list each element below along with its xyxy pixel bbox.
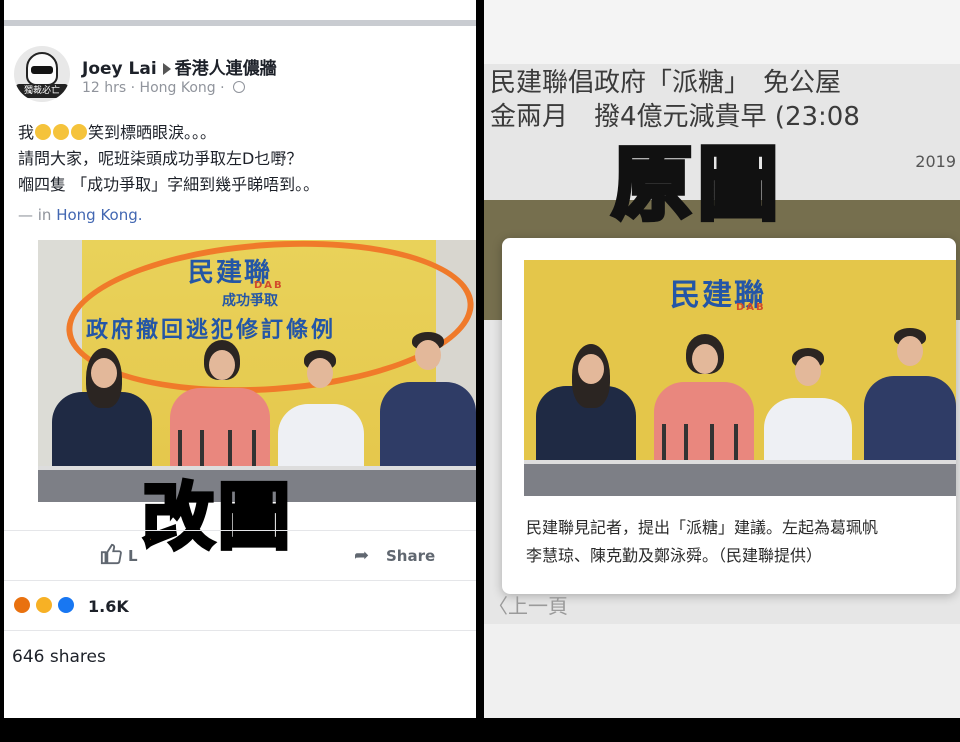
post-meta: 12 hrs · Hong Kong · [82,80,246,96]
location-link[interactable]: Hong Kong. [56,206,142,224]
post-line-2: 請問大家，呢班柒頭成功爭取左D乜嘢？ [18,149,303,168]
original-photo[interactable]: 民建聯 DAB [524,260,956,496]
news-article-panel: 民建聯倡政府「派糖」 免公屋 金兩月 撥4億元減貴早 (23:08 2019 民… [484,0,960,718]
post-text: 我笑到標晒眼淚。。。 請問大家，呢班柒頭成功爭取左D乜嘢？ 嗰四隻 「成功爭取」… [18,120,468,198]
top-bar [4,0,476,26]
photo-caption: 民建聯見記者，提出「派糖」建議。左起為葛珮帆 李慧琼、陳克勤及鄭泳舜。（民建聯提… [526,514,950,570]
post-line-1: 我笑到標晒眼淚。。。 [18,123,217,142]
visor-shape [31,66,53,74]
haha-reaction-icon [34,595,54,615]
avatar[interactable]: 獨裁必亡 [14,46,70,102]
post-time[interactable]: 12 hrs [82,80,126,96]
person-3-head [795,356,821,386]
person-2-head [209,350,235,380]
dab-letters: DAB [736,302,766,313]
person-3-head [307,358,333,388]
article-date: 2019 [915,152,956,171]
top-area [484,0,960,64]
post-place: Hong Kong [139,80,216,96]
share-button[interactable]: Share [386,547,435,565]
person-2-head [692,344,718,374]
shares-count[interactable]: 646 shares [12,647,106,667]
meta-separator-2: · [215,80,230,96]
avatar-tag: 獨裁必亡 [16,84,68,98]
action-bar: L ➦ Share [4,530,476,580]
poster-line: Joey Lai 香港人連儂牆 [82,54,277,79]
target-page-name[interactable]: 香港人連儂牆 [175,59,277,79]
original-image-label: 原圖 [610,136,784,234]
shares-row: 646 shares [4,630,476,680]
like-icon[interactable] [100,543,122,565]
location-prefix: — in [18,206,57,224]
reaction-count[interactable]: 1.6K [88,597,129,616]
press-table [524,460,956,496]
photo-card: 民建聯 DAB 民建聯見記者，提出「派糖」建議。左起為葛珮帆 李慧琼、陳克勤及鄭… [502,238,956,594]
microphone [734,424,738,460]
previous-page-link[interactable]: 〈上一頁 [488,590,568,619]
microphone [710,424,714,460]
meta-separator: · [126,80,140,96]
laughing-emoji-icon [53,124,70,140]
angry-reaction-icon [12,595,32,615]
person-2 [654,382,754,466]
lower-area [484,624,960,718]
caption-line-2: 李慧琼、陳克勤及鄭泳舜。（民建聯提供） [526,546,823,565]
microphone [684,424,688,460]
reaction-bar[interactable]: 1.6K [4,580,476,630]
microphone [662,424,666,460]
person-1-head [578,354,604,384]
facebook-post-panel: 獨裁必亡 Joey Lai 香港人連儂牆 12 hrs · Hong Kong ·… [4,0,476,718]
person-1-head [91,358,117,388]
headline-line-1: 民建聯倡政府「派糖」 免公屋 [490,68,842,98]
post-header: 獨裁必亡 Joey Lai 香港人連儂牆 12 hrs · Hong Kong · [14,46,464,106]
person-4-head [415,340,441,370]
caption-line-1: 民建聯見記者，提出「派糖」建議。左起為葛珮帆 [526,518,879,537]
laughing-emoji-icon [35,124,52,140]
laughing-emoji-icon [71,124,88,140]
arrow-right-icon [162,63,171,75]
location-line: — in Hong Kong. [18,206,143,224]
author-name[interactable]: Joey Lai [82,59,157,79]
post-line-3: 嗰四隻 「成功爭取」字細到幾乎睇唔到。。 [18,175,320,194]
person-4-head [897,336,923,366]
person-3 [764,398,852,466]
person-4 [864,376,956,466]
globe-icon [233,81,246,93]
like-reaction-icon [56,595,76,615]
person-4 [380,382,476,472]
like-label[interactable]: L [128,547,138,565]
share-icon[interactable]: ➦ [354,545,369,566]
